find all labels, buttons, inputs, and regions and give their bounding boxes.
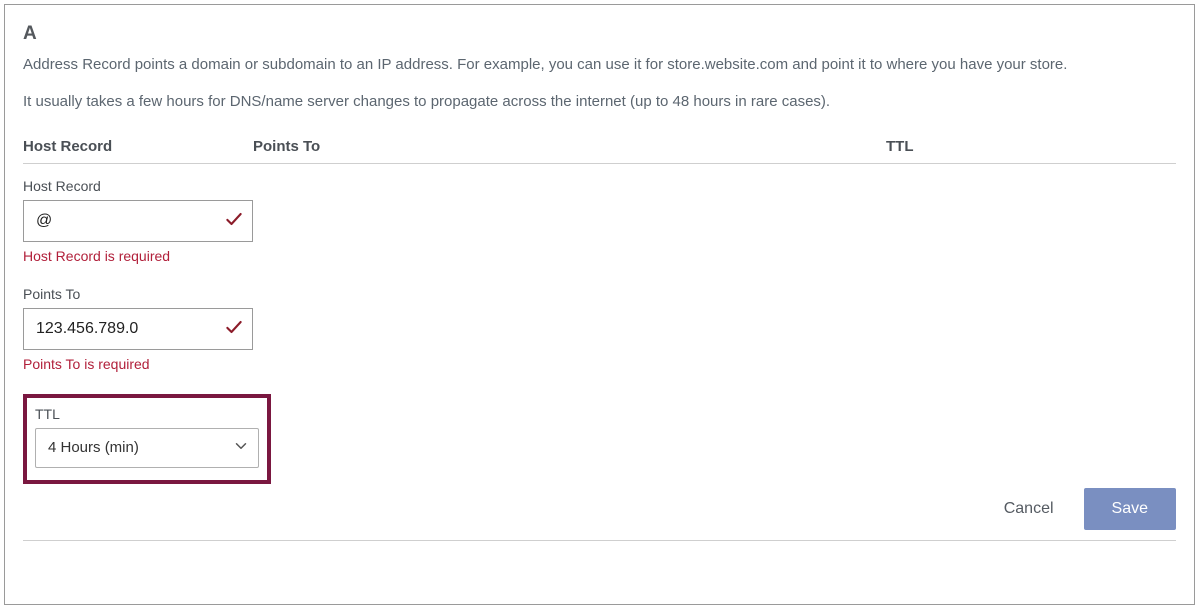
check-icon bbox=[224, 209, 244, 233]
ttl-select[interactable]: 4 Hours (min) bbox=[35, 428, 259, 468]
column-headers-row: Host Record Points To TTL bbox=[23, 128, 1176, 164]
host-record-field[interactable] bbox=[23, 200, 253, 242]
ttl-label: TTL bbox=[35, 406, 259, 422]
points-to-label: Points To bbox=[23, 286, 1176, 302]
record-description-2: It usually takes a few hours for DNS/nam… bbox=[23, 90, 1176, 113]
cancel-button[interactable]: Cancel bbox=[998, 499, 1060, 519]
save-button[interactable]: Save bbox=[1084, 488, 1176, 530]
column-header-host: Host Record bbox=[23, 138, 253, 155]
points-to-field[interactable] bbox=[23, 308, 253, 350]
form-footer: Cancel Save bbox=[23, 488, 1176, 541]
host-record-error: Host Record is required bbox=[23, 248, 1176, 264]
points-to-error: Points To is required bbox=[23, 356, 1176, 372]
dns-a-record-panel: A Address Record points a domain or subd… bbox=[4, 4, 1195, 605]
column-header-ttl: TTL bbox=[886, 138, 1176, 155]
chevron-down-icon bbox=[232, 437, 250, 459]
ttl-highlight-box: TTL 4 Hours (min) bbox=[23, 394, 271, 484]
record-description-1: Address Record points a domain or subdom… bbox=[23, 53, 1176, 76]
points-to-group: Points To Points To is required bbox=[23, 286, 1176, 372]
host-record-group: Host Record Host Record is required bbox=[23, 178, 1176, 264]
points-to-input[interactable] bbox=[34, 319, 216, 339]
check-icon bbox=[224, 317, 244, 341]
host-record-input[interactable] bbox=[34, 211, 216, 231]
ttl-selected-value: 4 Hours (min) bbox=[48, 439, 139, 456]
host-record-label: Host Record bbox=[23, 178, 1176, 194]
column-header-points-to: Points To bbox=[253, 138, 886, 155]
record-type-title: A bbox=[23, 23, 1176, 45]
